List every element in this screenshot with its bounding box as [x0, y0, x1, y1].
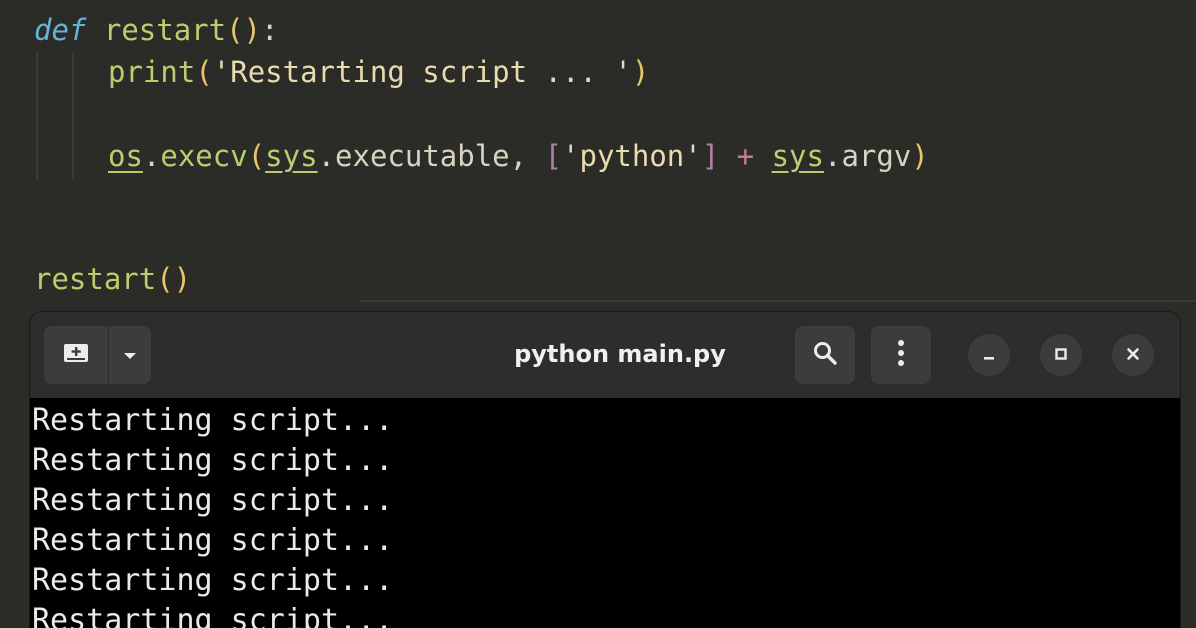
code-line-call: restart() — [34, 261, 191, 297]
code-paren-open: ( — [195, 55, 213, 89]
code-comma: , — [509, 139, 545, 173]
indent-guide — [36, 52, 38, 180]
maximize-icon — [1054, 346, 1068, 365]
code-line-def: def restart(): — [34, 12, 278, 48]
chevron-down-icon — [122, 346, 138, 365]
code-operator: + — [719, 139, 772, 173]
code-line-execv: os.execv(sys.executable, ['python'] + sy… — [108, 138, 929, 174]
code-line-print: print('Restarting script ... ') — [108, 54, 649, 90]
code-attribute: argv — [841, 139, 912, 173]
code-parens: () — [156, 262, 192, 296]
output-line: Restarting script... — [32, 403, 394, 438]
minimize-icon — [982, 346, 996, 365]
code-bracket-close: ] — [701, 139, 720, 173]
new-tab-icon — [63, 342, 89, 368]
close-icon — [1126, 346, 1140, 365]
new-tab-button[interactable] — [44, 326, 108, 384]
indent-guide — [72, 52, 74, 180]
code-module: sys — [771, 139, 824, 173]
code-function-name: restart — [103, 13, 227, 47]
code-bracket-open: [ — [544, 139, 563, 173]
code-attribute: executable — [335, 139, 510, 173]
code-method: execv — [160, 139, 248, 173]
code-paren-open: ( — [247, 139, 266, 173]
search-button[interactable] — [795, 326, 855, 384]
code-function-call: restart — [34, 262, 157, 296]
kebab-menu-icon — [897, 339, 905, 371]
editor-divider — [360, 300, 1196, 302]
code-module: os — [108, 139, 143, 173]
code-dot: . — [823, 139, 842, 173]
menu-button[interactable] — [871, 326, 931, 384]
output-line: Restarting script... — [32, 443, 394, 478]
code-module: sys — [265, 139, 318, 173]
code-builtin: print — [108, 55, 196, 89]
code-string: 'python' — [562, 139, 702, 173]
code-dot: . — [142, 139, 161, 173]
minimize-button[interactable] — [968, 334, 1010, 376]
terminal-titlebar[interactable]: python main.py — [30, 312, 1180, 398]
code-keyword: def — [34, 13, 87, 47]
code-parens: () — [226, 13, 261, 47]
output-line: Restarting script... — [32, 603, 394, 628]
code-string: 'Restarting script ... ' — [212, 55, 632, 89]
code-colon: : — [261, 13, 279, 47]
output-line: Restarting script... — [32, 483, 394, 518]
code-paren-close: ) — [631, 55, 650, 89]
code-dot: . — [317, 139, 336, 173]
output-line: Restarting script... — [32, 563, 394, 598]
search-icon — [812, 340, 838, 370]
close-button[interactable] — [1112, 334, 1154, 376]
code-paren-close: ) — [911, 139, 929, 173]
output-line: Restarting script... — [32, 523, 394, 558]
terminal-window[interactable]: python main.py Restarting script... Rest… — [30, 312, 1180, 628]
new-tab-dropdown-button[interactable] — [108, 326, 151, 384]
terminal-output[interactable]: Restarting script... Restarting script..… — [30, 398, 1180, 628]
maximize-button[interactable] — [1040, 334, 1082, 376]
terminal-title: python main.py — [514, 340, 726, 368]
